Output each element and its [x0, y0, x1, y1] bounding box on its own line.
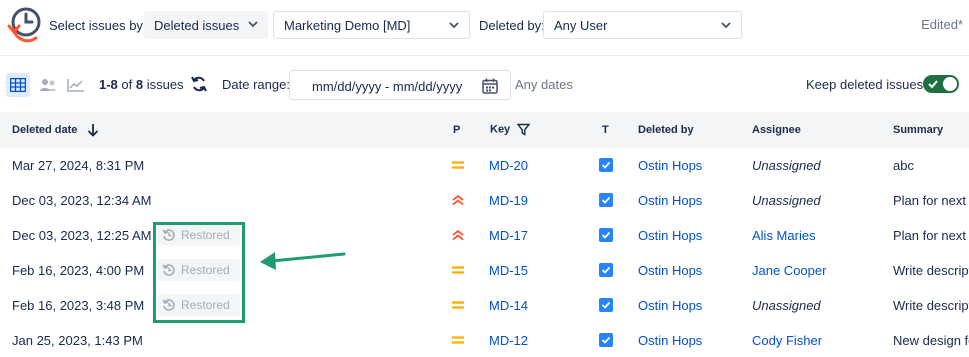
chevron-down-icon: [721, 22, 731, 29]
col-summary[interactable]: Summary: [893, 124, 943, 136]
task-type-icon: [599, 158, 613, 172]
results-unit: issues: [146, 77, 184, 92]
project-select[interactable]: Marketing Demo [MD]: [273, 11, 470, 39]
task-type-icon: [599, 298, 613, 312]
task-type-icon: [599, 193, 613, 207]
deleted-date: Dec 03, 2023, 12:25 AM: [12, 228, 152, 243]
summary: Plan for next r: [893, 228, 969, 243]
assignee: Unassigned: [752, 193, 821, 208]
assignee[interactable]: Cody Fisher: [752, 333, 822, 348]
deleted-date: Feb 16, 2023, 4:00 PM: [12, 263, 145, 278]
deleted-by-user[interactable]: Ostin Hops: [638, 298, 702, 313]
deleted-by-label: Deleted by:: [479, 18, 545, 33]
assignee: Unassigned: [752, 298, 821, 313]
issue-key-link[interactable]: MD-14: [489, 298, 528, 313]
assignee[interactable]: Jane Cooper: [752, 263, 826, 278]
chevron-down-icon: [248, 21, 258, 28]
summary: abc: [893, 158, 914, 173]
col-type[interactable]: T: [602, 124, 609, 136]
chart-icon: [67, 79, 84, 92]
grid-icon: [10, 78, 26, 92]
date-range-input[interactable]: mm/dd/yyyy - mm/dd/yyyy: [289, 70, 511, 100]
deleted-by-user[interactable]: Ostin Hops: [638, 158, 702, 173]
results-toolbar: 1-8 of 8 issues Date range: mm/dd/yyyy -…: [0, 66, 969, 102]
col-deleted-by[interactable]: Deleted by: [638, 124, 694, 136]
priority-highest-icon: [452, 229, 464, 241]
issue-type-select[interactable]: Deleted issues: [144, 11, 268, 39]
deleted-by-select[interactable]: Any User: [543, 11, 742, 39]
date-range-value: mm/dd/yyyy - mm/dd/yyyy: [312, 79, 463, 94]
priority-medium-icon: [452, 336, 464, 344]
results-range: 1-8: [99, 77, 118, 92]
issue-key-link[interactable]: MD-17: [489, 228, 528, 243]
project-value: Marketing Demo [MD]: [284, 17, 411, 33]
table-row[interactable]: Jan 25, 2023, 1:43 PM MD-12 Ostin Hops C…: [0, 323, 969, 357]
deleted-date: Feb 16, 2023, 3:48 PM: [12, 298, 145, 313]
priority-highest-icon: [452, 194, 464, 206]
issue-key-link[interactable]: MD-12: [489, 333, 528, 348]
filter-bar: Select issues by: Deleted issues Marketi…: [0, 0, 969, 50]
col-deleted-date-label: Deleted date: [12, 123, 78, 136]
grid-view-button[interactable]: [6, 73, 30, 97]
issue-type-value: Deleted issues: [154, 17, 240, 33]
summary: New design fo: [893, 333, 969, 348]
issue-key-link[interactable]: MD-15: [489, 263, 528, 278]
deleted-date: Mar 27, 2024, 8:31 PM: [12, 158, 145, 173]
chevron-down-icon: [449, 22, 459, 29]
col-key-label: Key: [490, 123, 511, 136]
priority-medium-icon: [452, 266, 464, 274]
calendar-icon[interactable]: [482, 78, 498, 94]
table-row[interactable]: Feb 16, 2023, 3:48 PM Restored MD-14 Ost…: [0, 288, 969, 323]
deleted-by-user[interactable]: Ostin Hops: [638, 228, 702, 243]
arrow-down-icon[interactable]: [86, 123, 100, 137]
keep-deleted-label: Keep deleted issues: [806, 77, 924, 92]
results-of: of: [121, 77, 133, 92]
filter-icon[interactable]: [516, 123, 531, 136]
users-icon: [40, 79, 56, 91]
table-row[interactable]: Dec 03, 2023, 12:34 AM MD-19 Ostin Hops …: [0, 183, 969, 218]
col-priority[interactable]: P: [453, 124, 460, 136]
annotation-arrow-icon: [260, 252, 346, 270]
table-header: Deleted date P Key T Deleted by Assignee…: [0, 112, 969, 148]
results-total: 8: [135, 77, 144, 92]
highlight-box: [153, 222, 245, 323]
deleted-by-value: Any User: [554, 17, 608, 33]
any-dates-label: Any dates: [515, 77, 573, 92]
deleted-by-user[interactable]: Ostin Hops: [638, 333, 702, 348]
check-icon: [928, 80, 938, 89]
task-type-icon: [599, 263, 613, 277]
summary: Plan for next r: [893, 193, 969, 208]
deleted-date: Jan 25, 2023, 1:43 PM: [12, 333, 143, 348]
priority-medium-icon: [452, 301, 464, 309]
date-range-label: Date range:: [222, 77, 290, 92]
assignee: Unassigned: [752, 158, 821, 173]
table-row[interactable]: Dec 03, 2023, 12:25 AM Restored MD-17 Os…: [0, 218, 969, 253]
col-key[interactable]: Key: [490, 123, 531, 136]
priority-medium-icon: [452, 161, 464, 169]
table-row[interactable]: Feb 16, 2023, 4:00 PM Restored MD-15 Ost…: [0, 253, 969, 288]
deleted-date: Dec 03, 2023, 12:34 AM: [12, 193, 152, 208]
issue-key-link[interactable]: MD-20: [489, 158, 528, 173]
task-type-icon: [599, 228, 613, 242]
col-deleted-date[interactable]: Deleted date: [12, 123, 100, 137]
task-type-icon: [599, 333, 613, 347]
deleted-by-user[interactable]: Ostin Hops: [638, 193, 702, 208]
results-count: 1-8 of 8 issues: [99, 77, 184, 92]
toggle-knob: [943, 77, 957, 91]
issue-key-link[interactable]: MD-19: [489, 193, 528, 208]
keep-deleted-toggle[interactable]: [923, 75, 959, 93]
deleted-by-user[interactable]: Ostin Hops: [638, 263, 702, 278]
summary: Write descript: [893, 263, 969, 278]
col-assignee[interactable]: Assignee: [752, 124, 801, 136]
clock-restore-icon: [7, 7, 41, 43]
refresh-icon[interactable]: [190, 75, 208, 93]
divider: [0, 55, 969, 56]
edited-indicator: Edited*: [921, 17, 963, 32]
summary: Write descript: [893, 298, 969, 313]
assignee[interactable]: Alis Maries: [752, 228, 816, 243]
select-issues-label: Select issues by:: [49, 18, 147, 33]
users-view-button[interactable]: [36, 73, 60, 97]
table-row[interactable]: Mar 27, 2024, 8:31 PM MD-20 Ostin Hops U…: [0, 148, 969, 183]
chart-view-button[interactable]: [64, 73, 88, 97]
